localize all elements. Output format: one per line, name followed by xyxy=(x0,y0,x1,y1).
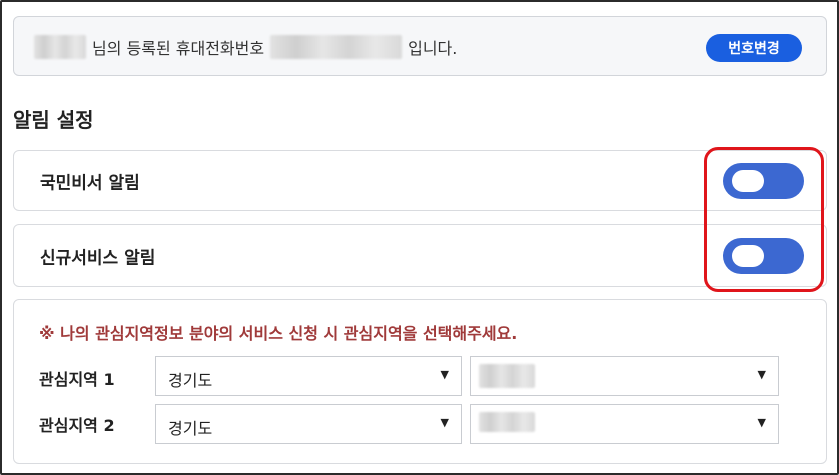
toggle-knob xyxy=(732,169,764,192)
interest-region-box: ※ 나의 관심지역정보 분야의 서비스 신청 시 관심지역을 선택해주세요. 관… xyxy=(13,299,827,464)
interest-region-1-label: 관심지역 1 xyxy=(39,370,115,389)
toggle-knob xyxy=(732,244,764,267)
redacted-city xyxy=(479,412,535,432)
interest-region-2-label: 관심지역 2 xyxy=(39,416,115,435)
redacted-phone-number xyxy=(270,35,403,59)
new-service-alert-toggle[interactable] xyxy=(723,237,804,274)
dropdown-arrow-icon: ▼ xyxy=(757,416,766,429)
interest-region-1-province-select[interactable]: 경기도 ▼ xyxy=(155,356,462,396)
province-value: 경기도 xyxy=(168,371,213,390)
interest-region-2-city-select[interactable]: ▼ xyxy=(470,404,779,444)
interest-region-notice: ※ 나의 관심지역정보 분야의 서비스 신청 시 관심지역을 선택해주세요. xyxy=(39,324,518,343)
registered-phone-box: 님의 등록된 휴대전화번호 입니다. 번호변경 xyxy=(13,16,827,76)
alert-settings-title: 알림 설정 xyxy=(13,108,94,132)
national-secretary-alert-label: 국민비서 알림 xyxy=(40,173,140,193)
national-secretary-alert-toggle[interactable] xyxy=(723,162,804,199)
interest-region-2-province-select[interactable]: 경기도 ▼ xyxy=(155,404,462,444)
settings-panel: 님의 등록된 휴대전화번호 입니다. 번호변경 알림 설정 국민비서 알림 신규… xyxy=(0,0,839,475)
new-service-alert-row: 신규서비스 알림 xyxy=(13,224,827,287)
redacted-city xyxy=(479,364,535,388)
change-number-button[interactable]: 번호변경 xyxy=(706,34,802,62)
registered-phone-text: 님의 등록된 휴대전화번호 입니다. xyxy=(34,35,457,59)
province-value: 경기도 xyxy=(168,419,213,438)
dropdown-arrow-icon: ▼ xyxy=(757,368,766,381)
dropdown-arrow-icon: ▼ xyxy=(440,368,449,381)
dropdown-arrow-icon: ▼ xyxy=(440,416,449,429)
interest-region-1-city-select[interactable]: ▼ xyxy=(470,356,779,396)
redacted-name xyxy=(34,35,86,59)
phone-name-suffix: 님의 등록된 휴대전화번호 xyxy=(92,39,265,58)
phone-sentence-end: 입니다. xyxy=(408,39,458,58)
new-service-alert-label: 신규서비스 알림 xyxy=(40,248,156,268)
national-secretary-alert-row: 국민비서 알림 xyxy=(13,150,827,211)
